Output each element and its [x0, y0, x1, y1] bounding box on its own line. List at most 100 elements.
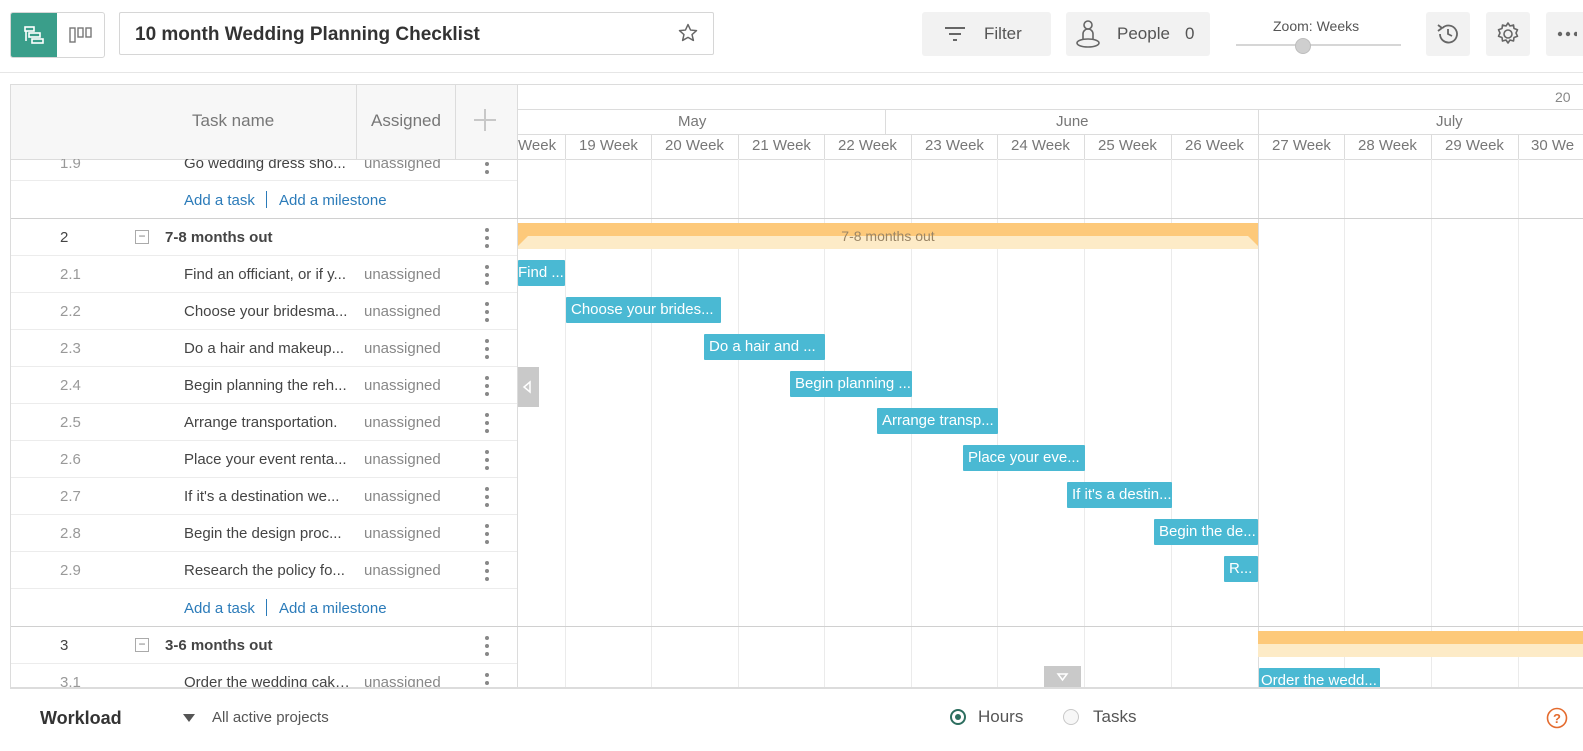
task-name[interactable]: Begin planning the reh...	[184, 377, 352, 394]
task-bar[interactable]: Arrange transp...	[877, 408, 998, 434]
task-name[interactable]: Arrange transportation.	[184, 414, 352, 431]
task-assigned[interactable]: unassigned	[364, 303, 441, 320]
task-bar[interactable]: R...	[1224, 556, 1258, 582]
row-menu-icon[interactable]	[483, 486, 491, 508]
filter-button[interactable]: Filter	[922, 12, 1051, 56]
board-view-button[interactable]	[57, 13, 103, 57]
row-menu-icon[interactable]	[483, 449, 491, 471]
tasks-radio[interactable]	[1063, 709, 1079, 725]
group-name[interactable]: 7-8 months out	[165, 229, 333, 246]
task-name[interactable]: Go wedding dress sho...	[184, 159, 352, 172]
task-name[interactable]: Choose your bridesma...	[184, 303, 352, 320]
col-header-assigned[interactable]: Assigned	[371, 111, 441, 131]
task-row[interactable]: 2.8 Begin the design proc... unassigned	[11, 515, 517, 552]
task-name[interactable]: If it's a destination we...	[184, 488, 352, 505]
add-milestone-link[interactable]: Add a milestone	[279, 192, 387, 209]
task-row[interactable]: 2.5 Arrange transportation. unassigned	[11, 404, 517, 441]
task-row[interactable]: 2.7 If it's a destination we... unassign…	[11, 478, 517, 515]
task-assigned[interactable]: unassigned	[364, 562, 441, 579]
gantt-view-button[interactable]	[11, 13, 57, 57]
task-assigned[interactable]: unassigned	[364, 488, 441, 505]
zoom-slider-track[interactable]	[1236, 44, 1401, 46]
task-row[interactable]: 1.9 Go wedding dress sho... unassigned	[11, 159, 517, 181]
more-options-button[interactable]	[1546, 12, 1583, 56]
group-bar[interactable]: 7-8 months out	[518, 223, 1258, 249]
task-bar[interactable]: Begin planning ...	[790, 371, 912, 397]
task-assigned[interactable]: unassigned	[364, 159, 441, 172]
task-bar[interactable]: Place your eve...	[963, 445, 1085, 471]
row-menu-icon[interactable]	[483, 338, 491, 360]
history-button[interactable]	[1426, 12, 1470, 56]
task-bar[interactable]: If it's a destin...	[1067, 482, 1172, 508]
task-name[interactable]: Research the policy fo...	[184, 562, 352, 579]
hours-label[interactable]: Hours	[978, 707, 1023, 727]
row-menu-icon[interactable]	[483, 375, 491, 397]
group-name[interactable]: 3-6 months out	[165, 637, 333, 654]
task-row[interactable]: 2.9 Research the policy fo... unassigned	[11, 552, 517, 589]
task-assigned[interactable]: unassigned	[364, 674, 441, 687]
col-divider[interactable]	[356, 85, 357, 159]
task-assigned[interactable]: unassigned	[364, 414, 441, 431]
row-menu-icon[interactable]	[483, 560, 491, 582]
task-bar[interactable]: Order the wedd...	[1259, 668, 1380, 687]
project-title-field[interactable]: 10 month Wedding Planning Checklist	[119, 12, 714, 55]
gear-icon	[1497, 22, 1519, 44]
task-assigned[interactable]: unassigned	[364, 266, 441, 283]
hours-radio[interactable]	[950, 709, 966, 725]
row-menu-icon[interactable]	[483, 635, 491, 657]
task-assigned[interactable]: unassigned	[364, 340, 441, 357]
task-bar[interactable]: Choose your brides...	[566, 297, 721, 323]
task-name[interactable]: Begin the design proc...	[184, 525, 352, 542]
task-row[interactable]: 3.1 Order the wedding cake... unassigned	[11, 664, 517, 688]
people-button[interactable]: People 0	[1066, 12, 1210, 56]
task-bar[interactable]: Do a hair and ...	[704, 334, 825, 360]
task-assigned[interactable]: unassigned	[364, 451, 441, 468]
chevron-down-icon[interactable]	[182, 713, 196, 723]
row-menu-icon[interactable]	[483, 264, 491, 286]
task-name[interactable]: Order the wedding cake...	[184, 674, 352, 687]
task-number: 1.9	[60, 159, 81, 172]
projects-selector[interactable]: All active projects	[212, 709, 329, 726]
workload-label[interactable]: Workload	[40, 708, 122, 729]
task-row[interactable]: 2.4 Begin planning the reh... unassigned	[11, 367, 517, 404]
task-number: 2.1	[60, 266, 81, 283]
add-task-link[interactable]: Add a task	[184, 600, 255, 617]
task-bar[interactable]: Begin the de...	[1154, 519, 1258, 545]
zoom-slider-handle[interactable]	[1295, 38, 1311, 54]
settings-button[interactable]	[1486, 12, 1530, 56]
group-bar-right-cap	[1248, 236, 1258, 246]
help-icon[interactable]: ?	[1546, 707, 1568, 729]
add-task-link[interactable]: Add a task	[184, 192, 255, 209]
tasks-label[interactable]: Tasks	[1093, 707, 1136, 727]
row-menu-icon[interactable]	[483, 523, 491, 545]
scroll-left-handle[interactable]	[518, 367, 539, 407]
collapse-icon[interactable]: −	[135, 230, 149, 244]
group-row[interactable]: 3 − 3-6 months out	[11, 627, 517, 664]
row-menu-icon[interactable]	[483, 301, 491, 323]
week-label: 30 We	[1531, 137, 1575, 154]
week-label: 20 Week	[665, 137, 724, 154]
task-name[interactable]: Do a hair and makeup...	[184, 340, 352, 357]
collapse-icon[interactable]: −	[135, 638, 149, 652]
task-name[interactable]: Find an officiant, or if y...	[184, 266, 352, 283]
add-column-icon[interactable]	[472, 107, 498, 138]
task-assigned[interactable]: unassigned	[364, 525, 441, 542]
row-menu-icon[interactable]	[483, 159, 491, 175]
task-row[interactable]: 2.2 Choose your bridesma... unassigned	[11, 293, 517, 330]
task-row[interactable]: 2.3 Do a hair and makeup... unassigned	[11, 330, 517, 367]
task-name[interactable]: Place your event renta...	[184, 451, 352, 468]
row-menu-icon[interactable]	[483, 412, 491, 434]
star-icon[interactable]	[677, 22, 699, 49]
task-row[interactable]: 2.1 Find an officiant, or if y... unassi…	[11, 256, 517, 293]
col-header-task-name[interactable]: Task name	[192, 111, 274, 131]
col-divider[interactable]	[455, 85, 456, 159]
task-row[interactable]: 2.6 Place your event renta... unassigned	[11, 441, 517, 478]
add-milestone-link[interactable]: Add a milestone	[279, 600, 387, 617]
group-row[interactable]: 2 − 7-8 months out	[11, 219, 517, 256]
group-bar[interactable]	[1258, 631, 1583, 657]
row-menu-icon[interactable]	[483, 227, 491, 249]
task-bar[interactable]: Find ...	[518, 260, 565, 286]
row-menu-icon[interactable]	[483, 672, 491, 688]
task-assigned[interactable]: unassigned	[364, 377, 441, 394]
scroll-down-handle[interactable]	[1044, 666, 1081, 687]
